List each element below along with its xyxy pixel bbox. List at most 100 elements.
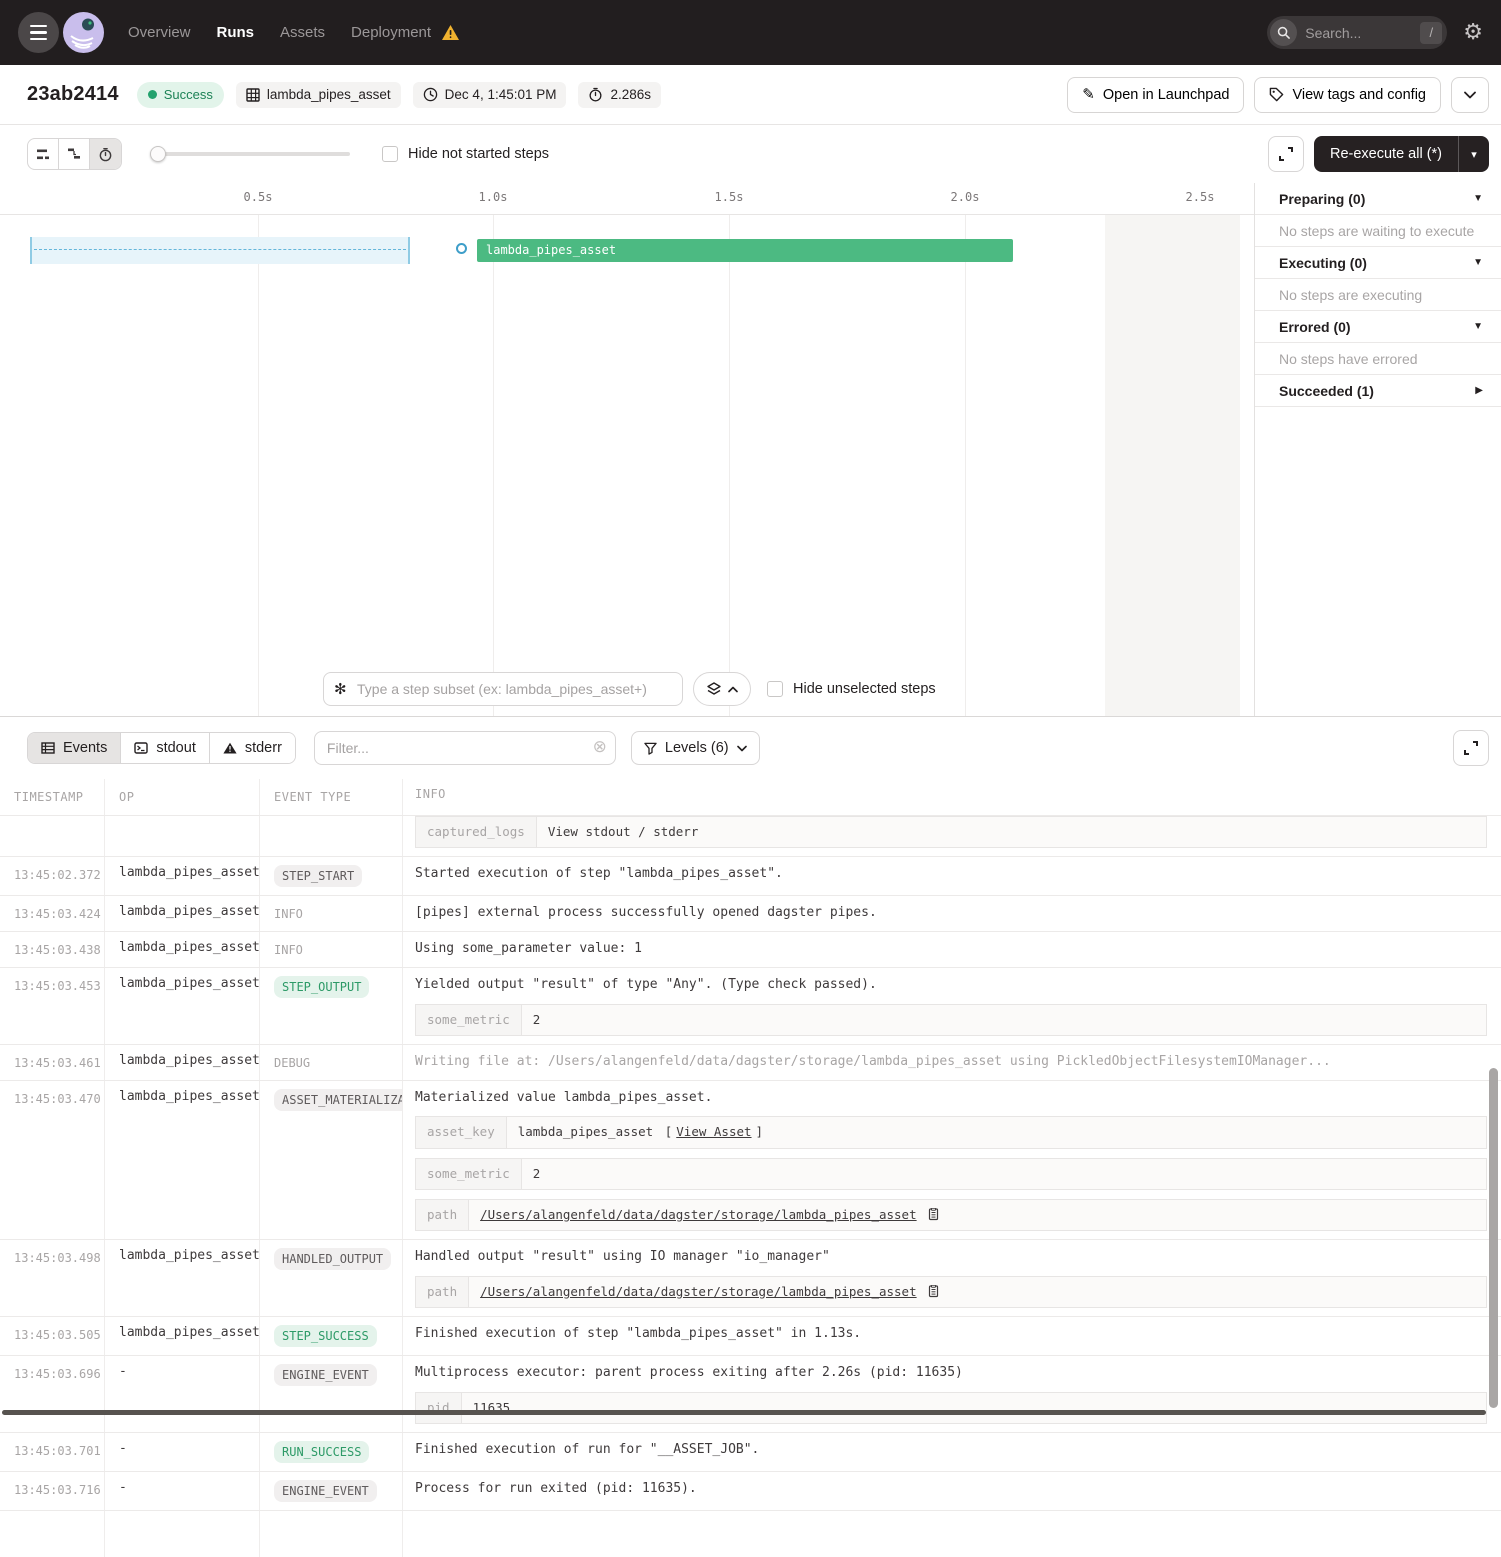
log-row[interactable]: 13:45:03.505 lambda_pipes_asset STEP_SUC… — [0, 1317, 1501, 1356]
flat-view-button[interactable] — [28, 139, 59, 169]
log-message: Yielded output "result" of type "Any". (… — [415, 976, 1487, 995]
start-time-tag: Dec 4, 1:45:01 PM — [413, 82, 567, 108]
log-filter-input[interactable] — [314, 731, 616, 765]
run-header: 23ab2414 Success lambda_pipes_asset Dec … — [0, 65, 1501, 125]
run-id: 23ab2414 — [27, 83, 119, 106]
tab-events[interactable]: Events — [28, 733, 121, 763]
gear-icon[interactable]: ⚙ — [1463, 22, 1483, 44]
warning-icon[interactable] — [441, 24, 460, 41]
checkbox-icon[interactable] — [382, 146, 398, 162]
graph-options-button[interactable] — [693, 672, 751, 706]
gantt-step-bar[interactable]: lambda_pipes_asset — [477, 239, 1013, 262]
op-cell — [105, 816, 260, 856]
event-type-badge: RUN_SUCCESS — [274, 1441, 369, 1463]
sidebar-section-header[interactable]: Errored (0) ▼ — [1255, 311, 1501, 343]
gridline — [965, 215, 966, 716]
clear-filter-icon[interactable]: ⊗ — [593, 739, 607, 756]
open-in-launchpad-button[interactable]: ✎ Open in Launchpad — [1067, 77, 1244, 113]
log-row[interactable]: 13:45:03.716 - ENGINE_EVENT Process for … — [0, 1472, 1501, 1511]
reexecute-menu-caret[interactable]: ▾ — [1459, 136, 1489, 172]
log-row[interactable]: captured_logs View stdout / stderr — [0, 816, 1501, 857]
metadata-row: asset_key lambda_pipes_asset [View Asset… — [415, 1116, 1487, 1148]
waterfall-view-button[interactable] — [59, 139, 90, 169]
nav-link-deployment[interactable]: Deployment — [351, 24, 431, 41]
log-message: Writing file at: /Users/alangenfeld/data… — [415, 1053, 1487, 1072]
info-cell: captured_logs View stdout / stderr — [403, 816, 1501, 856]
gantt-after-run-region — [1105, 215, 1240, 716]
nav-link-overview[interactable]: Overview — [128, 24, 191, 41]
path-link[interactable]: /Users/alangenfeld/data/dagster/storage/… — [480, 1206, 917, 1224]
event-type-cell: INFO — [260, 896, 403, 931]
tab-stdout[interactable]: stdout — [121, 733, 210, 763]
op-cell: lambda_pipes_asset — [105, 1081, 260, 1239]
event-type-cell: STEP_START — [260, 857, 403, 895]
checkbox-icon[interactable] — [767, 681, 783, 697]
log-row[interactable]: 13:45:03.438 lambda_pipes_asset INFO Usi… — [0, 932, 1501, 968]
log-fullscreen-button[interactable] — [1453, 730, 1489, 766]
log-message: Finished execution of step "lambda_pipes… — [415, 1325, 1487, 1344]
log-row[interactable]: 13:45:03.701 - RUN_SUCCESS Finished exec… — [0, 1433, 1501, 1472]
event-type-cell: ENGINE_EVENT — [260, 1472, 403, 1510]
gantt-body: lambda_pipes_asset ✻ Hide unselected — [0, 215, 1254, 716]
sidebar-section-header[interactable]: Succeeded (1) ▶ — [1255, 375, 1501, 407]
timestamp-cell: 13:45:03.701 — [0, 1433, 105, 1471]
timestamp-cell: 13:45:03.716 — [0, 1472, 105, 1510]
event-type-badge: STEP_OUTPUT — [274, 976, 369, 998]
view-asset-link[interactable]: View Asset — [676, 1123, 751, 1141]
triangle-down-icon: ▼ — [1473, 193, 1483, 204]
view-tags-config-button[interactable]: View tags and config — [1254, 77, 1441, 113]
nav-link-assets[interactable]: Assets — [280, 24, 325, 41]
metadata-value: 2 — [522, 1159, 1486, 1189]
hide-not-started-checkbox[interactable]: Hide not started steps — [382, 146, 549, 162]
zoom-slider-handle[interactable] — [150, 146, 166, 162]
timestamp-cell: 13:45:03.438 — [0, 932, 105, 967]
metadata-row: some_metric 2 — [415, 1158, 1487, 1190]
log-row[interactable]: 13:45:03.424 lambda_pipes_asset INFO [pi… — [0, 896, 1501, 932]
levels-filter-button[interactable]: Levels (6) — [631, 731, 760, 765]
hamburger-menu-button[interactable] — [18, 12, 59, 53]
tab-stderr[interactable]: stderr — [210, 733, 295, 763]
axis-tick-label: 2.5s — [1186, 190, 1215, 204]
vertical-scrollbar[interactable] — [1489, 1068, 1498, 1408]
sidebar-section-header[interactable]: Preparing (0) ▼ — [1255, 183, 1501, 215]
copy-icon[interactable] — [927, 1208, 939, 1222]
log-message: Handled output "result" using IO manager… — [415, 1248, 1487, 1267]
view-logs-link[interactable]: View stdout / stderr — [548, 823, 699, 841]
metadata-value: View stdout / stderr — [537, 817, 1486, 847]
column-header: OP — [105, 779, 260, 815]
log-row[interactable]: 13:45:03.498 lambda_pipes_asset HANDLED_… — [0, 1240, 1501, 1317]
search-input[interactable] — [1305, 25, 1397, 41]
gantt-fullscreen-button[interactable] — [1268, 136, 1304, 172]
dagster-logo[interactable] — [63, 12, 104, 53]
event-type-cell: STEP_OUTPUT — [260, 968, 403, 1044]
job-tag[interactable]: lambda_pipes_asset — [236, 82, 401, 108]
global-search[interactable]: / — [1267, 16, 1447, 49]
horizontal-scrollbar[interactable] — [2, 1410, 1486, 1415]
timed-view-button[interactable] — [90, 139, 121, 169]
step-subset-input[interactable] — [323, 672, 683, 706]
copy-icon[interactable] — [927, 1285, 939, 1299]
reexecute-all-button[interactable]: Re-execute all (*) ▾ — [1314, 136, 1489, 172]
log-message: Started execution of step "lambda_pipes_… — [415, 865, 1487, 884]
nav-link-runs[interactable]: Runs — [217, 24, 255, 41]
log-table: TIMESTAMPOPEVENT TYPEINFO captured_logs … — [0, 779, 1501, 1416]
sidebar-section-header[interactable]: Executing (0) ▼ — [1255, 247, 1501, 279]
log-row[interactable]: 13:45:02.372 lambda_pipes_asset STEP_STA… — [0, 857, 1501, 896]
funnel-icon — [644, 742, 657, 755]
main-split: 0.5s1.0s1.5s2.0s2.5s lambda_pipes_asset … — [0, 183, 1501, 717]
log-row[interactable]: 13:45:03.470 lambda_pipes_asset ASSET_MA… — [0, 1081, 1501, 1240]
log-row[interactable]: 13:45:03.453 lambda_pipes_asset STEP_OUT… — [0, 968, 1501, 1045]
hide-unselected-checkbox[interactable]: Hide unselected steps — [767, 681, 936, 697]
zoom-slider[interactable] — [150, 146, 350, 162]
status-badge: Success — [137, 82, 224, 108]
info-cell: Finished execution of step "lambda_pipes… — [403, 1317, 1501, 1355]
path-link[interactable]: /Users/alangenfeld/data/dagster/storage/… — [480, 1283, 917, 1301]
log-row[interactable]: 13:45:03.696 - ENGINE_EVENT Multiprocess… — [0, 1356, 1501, 1433]
zoom-slider-track[interactable] — [150, 152, 350, 156]
run-actions-menu-button[interactable] — [1451, 77, 1489, 113]
step-subset-icon: ✻ — [334, 680, 347, 698]
gantt-toolbar: Hide not started steps Re-execute all (*… — [0, 125, 1501, 183]
log-message: Materialized value lambda_pipes_asset. — [415, 1089, 1487, 1108]
info-cell: Materialized value lambda_pipes_asset. a… — [403, 1081, 1501, 1239]
log-row[interactable]: 13:45:03.461 lambda_pipes_asset DEBUG Wr… — [0, 1045, 1501, 1081]
